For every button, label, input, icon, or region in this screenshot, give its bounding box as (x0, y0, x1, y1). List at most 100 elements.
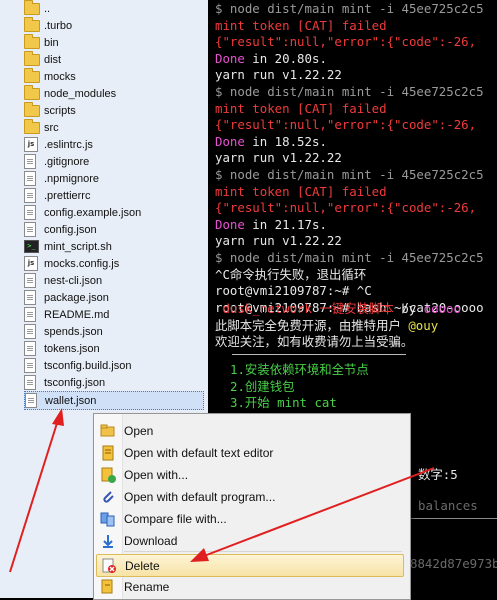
menu-item-open[interactable]: Open (96, 420, 406, 441)
terminal-line: {"result":null,"error":{"code":-26, (215, 34, 477, 50)
tree-item[interactable]: js mocks.config.js (24, 255, 119, 272)
file-icon (24, 205, 36, 220)
tree-item[interactable]: mocks (24, 67, 76, 85)
terminal-line: yarn run v1.22.22 (215, 233, 342, 249)
banner-option: 1.安装依赖环境和全节点 (230, 362, 369, 377)
folder-icon (24, 50, 40, 66)
menu-item-label: Open (124, 423, 154, 438)
menu-item-label: Open with default text editor (124, 445, 274, 460)
tree-item[interactable]: >_ mint_script.sh (24, 238, 112, 255)
file-icon (24, 154, 36, 169)
tree-item[interactable]: node_modules (24, 84, 117, 102)
menu-item-compare-file-with[interactable]: Compare file with... (96, 508, 406, 529)
tree-item[interactable]: scripts (24, 101, 76, 119)
tree-item-label: tokens.json (44, 342, 100, 355)
menu-item-label: Delete (125, 558, 160, 573)
tree-item[interactable]: package.json (24, 289, 109, 306)
menu-item-delete[interactable]: Delete (96, 554, 404, 577)
folder-icon (24, 33, 40, 49)
tree-item-label: scripts (44, 104, 76, 117)
banner-divider (232, 354, 406, 355)
tree-item-label: package.json (44, 291, 109, 304)
tree-item-label: config.example.json (44, 206, 142, 219)
tree-item-label: mocks.config.js (44, 257, 120, 270)
js-file-icon: js (24, 137, 38, 152)
menu-item-download[interactable]: Download (96, 530, 406, 551)
menu-item-open-with-default-program[interactable]: Open with default program... (96, 486, 406, 507)
tree-item-label: spends.json (44, 325, 103, 338)
tree-item[interactable]: config.json (24, 221, 97, 238)
terminal-line: Done in 21.17s. (215, 216, 327, 233)
file-icon (24, 307, 36, 322)
context-menu: Open Open with default text editor Open wi… (93, 413, 411, 600)
menu-item-label: Download (124, 533, 178, 548)
tree-item[interactable]: src (24, 118, 59, 136)
delete-icon (101, 558, 117, 574)
file-icon (24, 358, 36, 373)
terminal-line: mint token [CAT] failed (215, 17, 387, 33)
tree-item-selected[interactable]: wallet.json (24, 391, 204, 410)
terminal-line: {"result":null,"error":{"code":-26, (215, 200, 477, 216)
file-icon (24, 188, 36, 203)
terminal-done-text: in 21.17s. (244, 216, 327, 232)
paperclip-icon (100, 489, 116, 505)
tree-item[interactable]: dist (24, 50, 61, 68)
menu-item-label: Open with default program... (124, 489, 276, 504)
js-file-icon: js (24, 256, 38, 271)
terminal-line: mint token [CAT] failed (215, 100, 387, 116)
file-icon (24, 341, 36, 356)
terminal-done-keyword: Done (215, 133, 245, 149)
terminal-line: yarn run v1.22.22 (215, 67, 342, 83)
menu-item-open-with-default-text-editor[interactable]: Open with default text editor (96, 442, 406, 463)
banner-line-1-text: 此脚本完全免费开源，由推特用户 (215, 318, 409, 333)
terminal-done-text: in 18.52s. (244, 133, 327, 149)
terminal-line: $ node dist/main mint -i 45ee725c2c5 (215, 250, 484, 265)
open-folder-icon (100, 423, 116, 439)
terminal-done-keyword: Done (215, 50, 245, 66)
tree-item[interactable]: spends.json (24, 323, 103, 340)
folder-icon (24, 118, 40, 134)
tree-item-label: tsconfig.build.json (44, 359, 132, 372)
tree-item[interactable]: .gitignore (24, 153, 89, 170)
rename-icon (100, 579, 116, 595)
menu-item-label: Compare file with... (124, 511, 227, 526)
tree-item[interactable]: .turbo (24, 16, 72, 34)
terminal-line: mint token [CAT] failed (215, 183, 387, 199)
tree-item[interactable]: tsconfig.build.json (24, 357, 131, 374)
tree-item-label: nest-cli.json (44, 274, 103, 287)
tree-item-label: config.json (44, 223, 97, 236)
terminal-input-prompt: 数字:5 (418, 467, 458, 482)
tree-item[interactable]: bin (24, 33, 59, 51)
menu-item-open-with[interactable]: Open with... (96, 464, 406, 485)
tree-item-label: node_modules (44, 87, 117, 100)
folder-icon (24, 101, 40, 117)
tree-item[interactable]: js .eslintrc.js (24, 136, 93, 153)
tree-item[interactable]: .npmignore (24, 170, 99, 187)
tree-item[interactable]: .. (24, 0, 50, 17)
banner-title-name: dusk_network 一键安装脚本 (215, 301, 394, 316)
tree-item[interactable]: tokens.json (24, 340, 100, 357)
file-icon (24, 290, 36, 305)
tree-item-label: wallet.json (45, 394, 97, 407)
menu-item-label: Rename (124, 579, 170, 594)
tree-item[interactable]: tsconfig.json (24, 374, 105, 391)
banner-option: 3.开始 mint cat (230, 395, 337, 410)
tree-item[interactable]: nest-cli.json (24, 272, 102, 289)
tree-item-label: README.md (44, 308, 110, 321)
tree-item-label: mocks (44, 70, 76, 83)
download-icon (100, 533, 116, 549)
banner-title-by: by (393, 301, 424, 316)
banner-twitter-handle: @ouy (408, 318, 439, 333)
tree-item[interactable]: README.md (24, 306, 109, 323)
terminal-line: yarn run v1.22.22 (215, 150, 342, 166)
terminal-divider (408, 518, 497, 519)
tree-item[interactable]: config.example.json (24, 204, 141, 221)
banner-title: dusk_network 一键安装脚本 by ooooo (215, 300, 460, 317)
file-icon (25, 393, 37, 408)
folder-icon (24, 16, 40, 32)
terminal-done-text: in 20.80s. (244, 50, 327, 66)
folder-icon (24, 67, 40, 83)
terminal-done-keyword: Done (215, 216, 245, 232)
tree-item[interactable]: .prettierrc (24, 187, 90, 204)
menu-item-rename[interactable]: Rename (96, 576, 406, 597)
